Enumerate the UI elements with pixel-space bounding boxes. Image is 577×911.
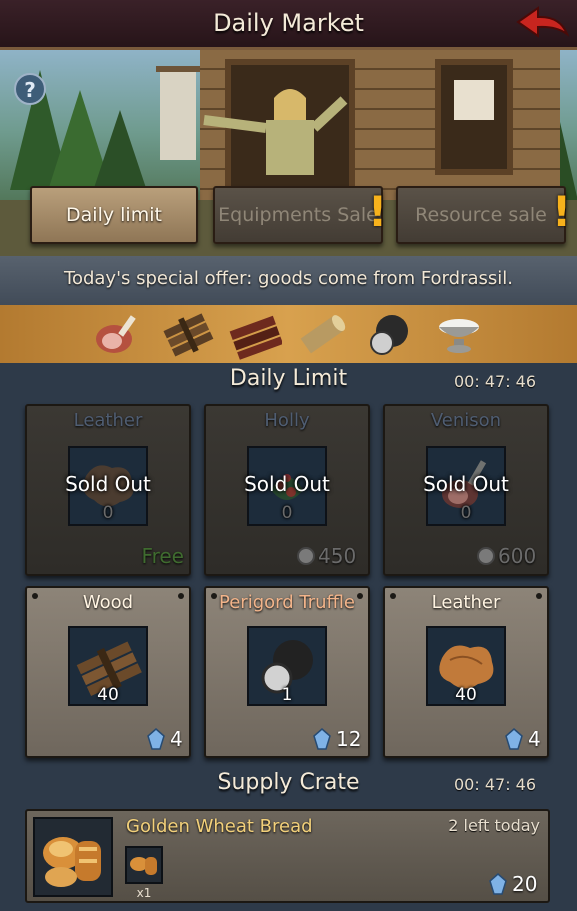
alert-icon: ! xyxy=(552,187,572,236)
tab-daily-limit[interactable]: Daily limit xyxy=(30,186,198,244)
tab-equipments-sale[interactable]: Equipments Sale xyxy=(213,186,383,244)
supply-crate-timer: 00: 47: 46 xyxy=(454,775,537,794)
item-price: 450 xyxy=(318,544,357,568)
crystal-icon xyxy=(504,728,524,750)
tab-equipments-sale-label: Equipments Sale xyxy=(218,204,378,226)
item-name: Holly xyxy=(264,410,310,431)
bread-icon xyxy=(130,857,157,875)
brown-wood-icon xyxy=(228,307,284,361)
item-quantity: 1 xyxy=(281,685,293,705)
item-price: Free xyxy=(141,544,184,568)
crate-item-name: Golden Wheat Bread xyxy=(126,816,313,837)
tab-resource-sale-label: Resource sale xyxy=(415,204,547,226)
crate-price: 20 xyxy=(512,872,538,896)
crystal-icon xyxy=(146,728,166,750)
item-price: 4 xyxy=(170,727,183,751)
item-quantity: 0 xyxy=(102,503,114,523)
wood-icon xyxy=(161,307,215,361)
alert-icon: ! xyxy=(368,187,388,236)
special-offer-text: Today's special offer: goods come from F… xyxy=(64,268,513,289)
item-name: Wood xyxy=(82,592,134,613)
crate-item-slot xyxy=(33,817,113,897)
back-arrow-icon xyxy=(516,6,570,38)
item-quantity: 0 xyxy=(460,503,472,523)
item-quantity: 0 xyxy=(281,503,293,523)
stone-coin-icon xyxy=(296,546,316,566)
goods-strip xyxy=(0,305,577,363)
crystal-icon xyxy=(488,873,508,895)
item-name: Leather xyxy=(73,410,143,431)
item-price: 12 xyxy=(336,727,362,751)
back-button[interactable] xyxy=(512,4,572,46)
help-button[interactable]: ? xyxy=(14,73,46,105)
log-icon xyxy=(296,307,350,361)
salt-bowl-icon xyxy=(432,307,486,361)
tab-daily-limit-label: Daily limit xyxy=(66,204,162,226)
bread-icon xyxy=(43,837,101,887)
daily-limit-timer: 00: 47: 46 xyxy=(454,372,537,391)
crate-sub-item-slot xyxy=(125,846,163,884)
sold-out-label: Sold Out xyxy=(65,472,151,496)
item-name: Venison xyxy=(430,410,502,431)
sold-out-label: Sold Out xyxy=(423,472,509,496)
crate-sub-qty: x1 xyxy=(136,886,152,900)
item-price: 600 xyxy=(498,544,537,568)
crate-remaining: 2 left today xyxy=(448,816,540,835)
sold-out-label: Sold Out xyxy=(244,472,330,496)
truffle-icon xyxy=(362,307,416,361)
tab-resource-sale[interactable]: Resource sale xyxy=(396,186,566,244)
crystal-icon xyxy=(312,728,332,750)
stone-coin-icon xyxy=(476,546,496,566)
venison-icon xyxy=(92,307,146,361)
item-name: Perigord Truffle xyxy=(219,592,355,613)
item-quantity: 40 xyxy=(455,685,477,705)
question-mark-icon: ? xyxy=(24,78,36,102)
item-quantity: 40 xyxy=(97,685,119,705)
item-price: 4 xyxy=(528,727,541,751)
item-name: Leather xyxy=(431,592,501,613)
page-title: Daily Market xyxy=(213,9,364,37)
